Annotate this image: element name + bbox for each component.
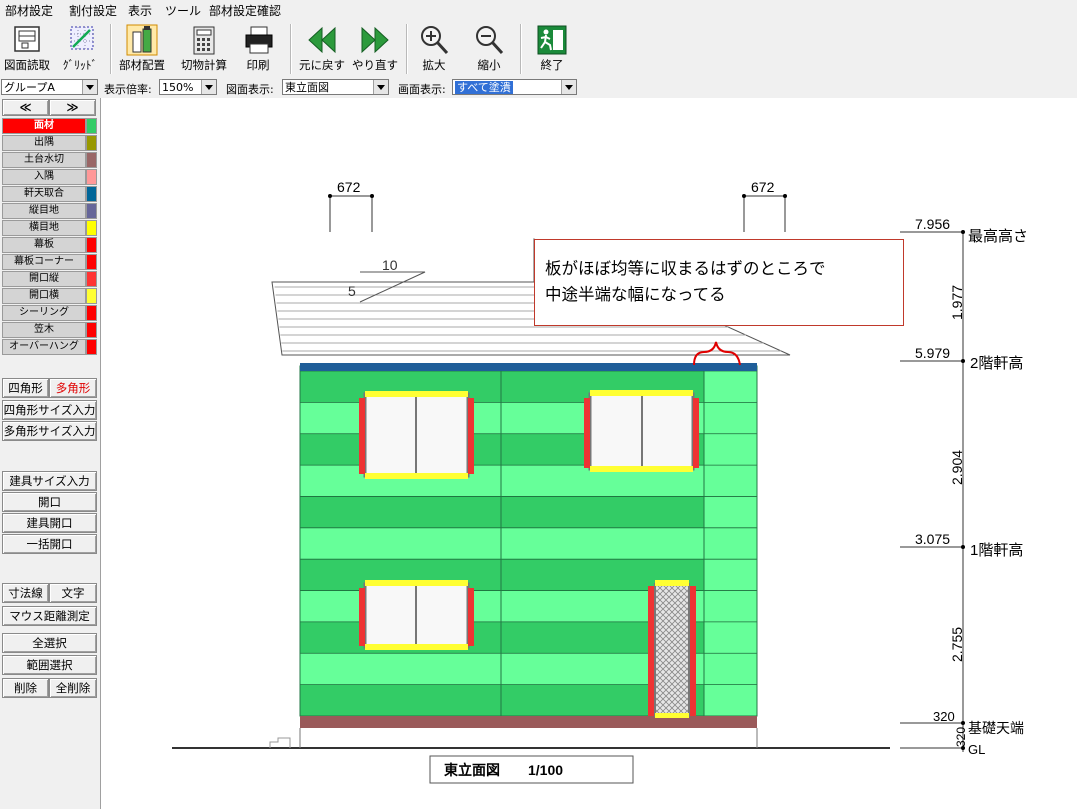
annotation-callout: 板がほぼ均等に収まるはずのところで 中途半端な幅になってる [534, 239, 904, 326]
level-gl-value: 320 [954, 727, 968, 747]
roof-slope-run: 10 [382, 257, 398, 273]
span-middle: 2.904 [949, 450, 965, 485]
level-1f-eave-value: 3.075 [915, 531, 950, 547]
level-2f-eave-value: 5.979 [915, 345, 950, 361]
callout-line-2: 中途半端な幅になってる [545, 285, 726, 304]
soffit-trim [300, 363, 757, 371]
dimension-left-text: 672 [337, 179, 361, 195]
level-foundation-label: 基礎天端 [968, 720, 1024, 736]
drawing-title: 東立面図 1/100 [444, 762, 563, 778]
door-lower-right [648, 580, 696, 718]
level-gl-label: GL [968, 742, 985, 757]
level-foundation-value: 320 [933, 709, 955, 724]
dimension-right-text: 672 [751, 179, 775, 195]
window-upper-right [584, 390, 699, 472]
level-max-height-value: 7.956 [915, 216, 950, 232]
elevation-drawing: 10 5 672 672 7.956 最高高さ 5.979 2階軒高 3.075… [172, 179, 1028, 784]
top-dimension-right [742, 194, 787, 232]
window-lower-left [359, 580, 474, 650]
level-1f-eave-label: 1階軒高 [970, 542, 1023, 559]
siding-band [300, 527, 704, 560]
entry-step [269, 737, 291, 748]
roof-slope-rise: 5 [348, 283, 356, 299]
level-max-height-label: 最高高さ [968, 228, 1028, 245]
level-2f-eave-label: 2階軒高 [970, 355, 1023, 372]
top-dimension-left [328, 194, 374, 232]
siding-band [300, 653, 704, 685]
callout-line-1: 板がほぼ均等に収まるはずのところで [545, 259, 826, 278]
window-upper-left [359, 391, 474, 479]
span-lower: 2.755 [949, 627, 965, 662]
span-upper: 1.977 [949, 285, 965, 320]
